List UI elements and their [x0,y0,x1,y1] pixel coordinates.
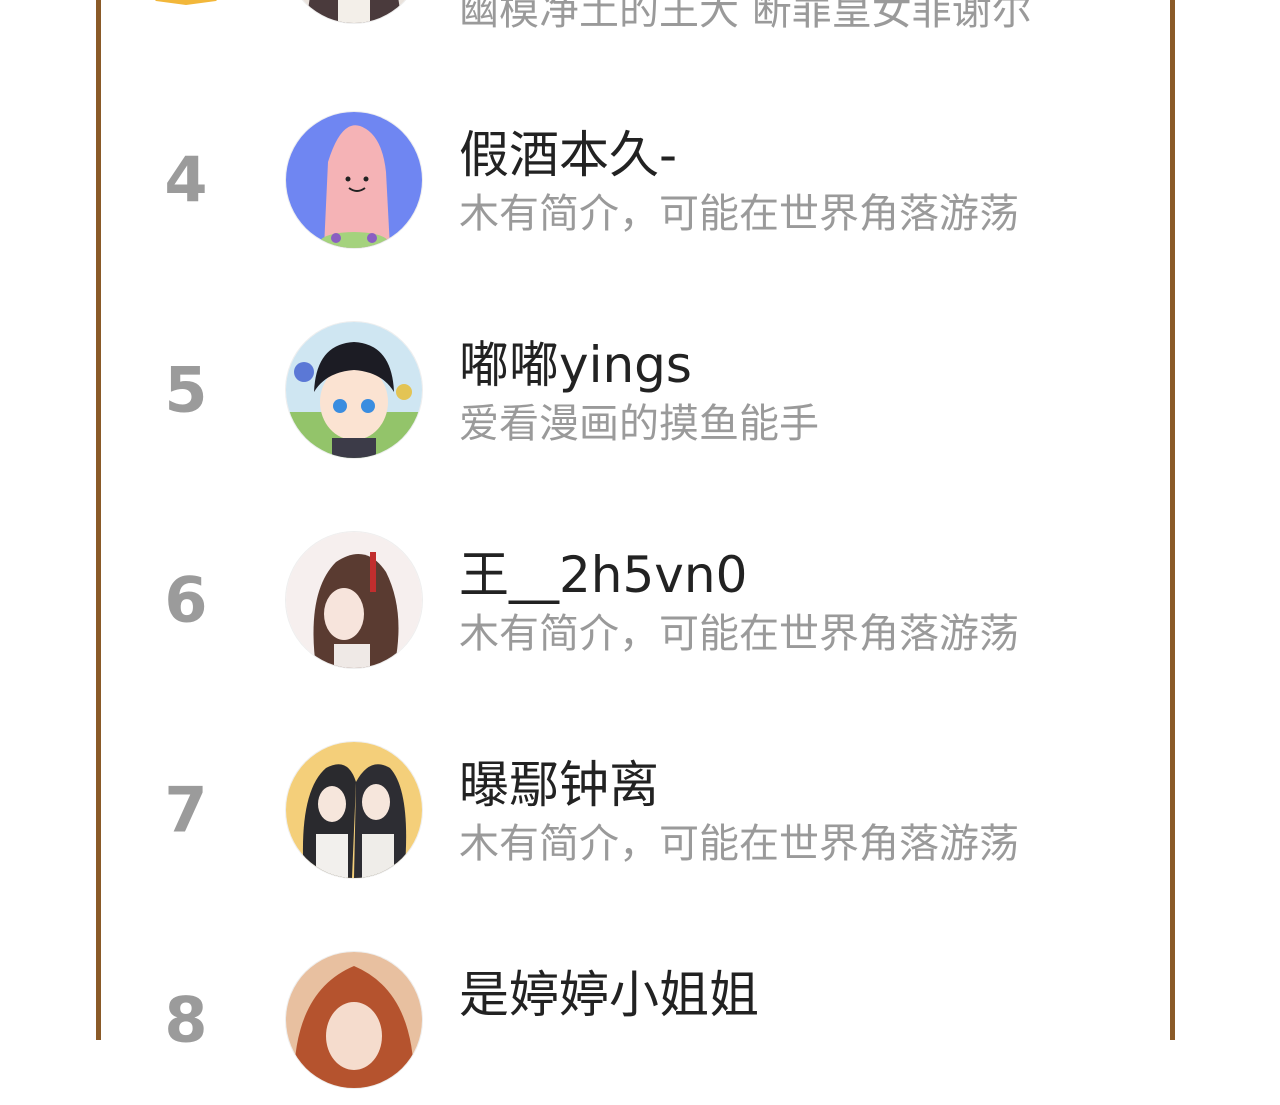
list-item[interactable]: 7 曝鄢钟离 木有简介，可能在世界角落游荡 [0,725,1280,895]
list-item[interactable]: 6 王__2h5vn0 木有简介，可能在世界角落游荡 [0,515,1280,685]
avatar-patrick-star-icon [286,112,422,248]
avatar-long-hair-man-icon [286,532,422,668]
avatar-boy-blue-eyes-icon [286,322,422,458]
user-bio: 木有简介，可能在世界角落游荡 [459,611,1019,657]
user-bio: 木有简介，可能在世界角落游荡 [459,191,1019,237]
list-item[interactable]: 5 嘟嘟yings 爱看漫画的摸鱼能手 [0,305,1280,475]
avatar-two-characters-icon [286,742,422,878]
rank-number: 8 [164,983,208,1057]
user-name[interactable]: 是婷婷小姐姐 [459,955,759,1027]
avatar[interactable] [286,952,422,1088]
avatar-red-hair-girl-icon [286,952,422,1088]
rank-number: 7 [164,773,208,847]
user-bio: 幽模净土的王大 断罪皇女菲谢尔 [459,0,1032,34]
avatar[interactable] [286,742,422,878]
list-item[interactable]: 幽模净土的王大 断罪皇女菲谢尔 [0,0,1280,40]
avatar[interactable] [286,322,422,458]
rank-number: 4 [164,143,208,217]
rank-number: 6 [164,563,208,637]
user-name[interactable]: 嘟嘟yings [459,325,692,397]
avatar[interactable] [286,532,422,668]
user-bio: 木有简介，可能在世界角落游荡 [459,821,1019,867]
ranking-list: 幽模净土的王大 断罪皇女菲谢尔 4 假酒本久- 木有简介，可能在世界角落游荡 5 [0,0,1280,1088]
list-item[interactable]: 4 假酒本久- 木有简介，可能在世界角落游荡 [0,95,1280,265]
avatar[interactable] [286,112,422,248]
crown-icon [155,0,217,5]
avatar[interactable] [286,0,422,23]
user-name[interactable]: 曝鄢钟离 [459,745,659,817]
user-name[interactable]: 假酒本久- [459,115,677,187]
avatar-dark-hair-girl-icon [286,0,422,23]
user-bio: 爱看漫画的摸鱼能手 [459,401,819,447]
user-name[interactable]: 王__2h5vn0 [459,535,747,607]
list-item[interactable]: 8 是婷婷小姐姐 [0,935,1280,1105]
rank-number: 5 [164,353,208,427]
